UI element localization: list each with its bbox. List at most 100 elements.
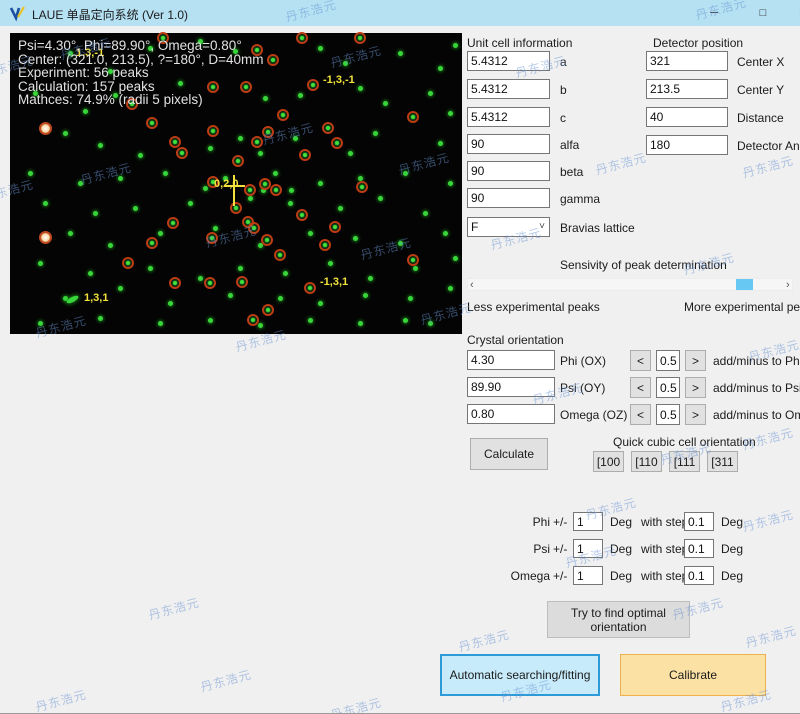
detector-center-y-input[interactable] <box>646 79 728 99</box>
quick-111-button[interactable]: [111 <box>669 451 700 472</box>
omega-deg2-label: Deg <box>721 569 743 583</box>
omega-addminus-hint: add/minus to Omega <box>713 408 800 422</box>
peak-dot <box>453 43 458 48</box>
peak-dot <box>293 136 298 141</box>
omega-axis-label: Omega (OZ) <box>560 408 627 422</box>
unit-cell-c-input[interactable] <box>467 107 550 127</box>
peak-dot <box>98 143 103 148</box>
omega-range-input[interactable] <box>573 566 603 585</box>
phi-minus-button[interactable]: < <box>630 350 651 371</box>
quick-311-button[interactable]: [311 <box>707 451 738 472</box>
close-button[interactable]: ✕ <box>786 0 800 26</box>
phi-value-input[interactable] <box>467 350 555 370</box>
unit-cell-b-input[interactable] <box>467 79 550 99</box>
peak-dot <box>158 321 163 326</box>
omega-value-input[interactable] <box>467 404 555 424</box>
quick-110-button[interactable]: [110 <box>631 451 662 472</box>
minimize-button[interactable]: ─ <box>697 0 731 26</box>
peak-dot <box>208 318 213 323</box>
unit-cell-beta-label: beta <box>560 165 583 179</box>
bravais-lattice-select[interactable]: F ˅ <box>467 217 550 237</box>
peak-dot <box>403 171 408 176</box>
image-status-line-3: Experiment: 56 peaks <box>18 66 264 80</box>
automatic-search-button[interactable]: Automatic searching/fitting <box>440 654 600 696</box>
quick-100-button[interactable]: [100 <box>593 451 624 472</box>
quick-orientation-title: Quick cubic cell orientation <box>613 435 756 449</box>
unit-cell-beta-input[interactable] <box>467 161 550 181</box>
matched-peak-dot <box>146 237 158 249</box>
peak-dot <box>93 211 98 216</box>
matched-peak-dot <box>251 136 263 148</box>
peak-dot <box>373 131 378 136</box>
diffraction-image[interactable]: Psi=4.30°, Phi=89.90°, Omega=0.80°Center… <box>10 33 462 334</box>
calculate-button[interactable]: Calculate <box>470 438 548 470</box>
unit-cell-gamma-input[interactable] <box>467 188 550 208</box>
peak-dot <box>413 266 418 271</box>
phi-range-label: Phi <box>505 515 550 529</box>
detector-distance-input[interactable] <box>646 107 728 127</box>
omega-plus-button[interactable]: > <box>685 404 706 425</box>
detector-center-x-input[interactable] <box>646 51 728 71</box>
omega-step-input[interactable] <box>656 404 680 425</box>
watermark: 丹东浩元 <box>741 152 796 182</box>
detector-detector-angle-input[interactable] <box>646 135 728 155</box>
peak-dot <box>443 231 448 236</box>
phi-range-input[interactable] <box>573 512 603 531</box>
peak-streak <box>66 294 80 305</box>
psi-addminus-hint: add/minus to Psi <box>713 381 800 395</box>
peak-dot <box>398 51 403 56</box>
matched-peak-dot <box>176 147 188 159</box>
matched-peak-dot <box>232 155 244 167</box>
peak-dot <box>248 196 253 201</box>
omega-minus-button[interactable]: < <box>630 404 651 425</box>
matched-peak-dot <box>167 217 179 229</box>
app-window: LAUE 单晶定向系统 (Ver 1.0) ─ □ ✕ Psi=4.30°, P… <box>0 0 800 714</box>
psi-range-input[interactable] <box>573 539 603 558</box>
calibrate-button[interactable]: Calibrate <box>620 654 766 696</box>
matched-peak-dot <box>277 109 289 121</box>
peak-index-label: -1,3,-1 <box>323 74 355 86</box>
unit-cell-b-label: b <box>560 83 567 97</box>
psi-value-input[interactable] <box>467 377 555 397</box>
peak-dot <box>108 243 113 248</box>
peak-dot <box>148 266 153 271</box>
peak-dot <box>133 206 138 211</box>
peak-dot <box>88 271 93 276</box>
peak-dot <box>363 293 368 298</box>
peak-dot <box>408 296 413 301</box>
maximize-button[interactable]: □ <box>746 0 780 26</box>
matched-peak-dot <box>296 32 308 44</box>
phi-stepsize-input[interactable] <box>684 512 714 531</box>
matched-peak-dot <box>169 136 181 148</box>
unit-cell-alfa-input[interactable] <box>467 134 550 154</box>
psi-minus-button[interactable]: < <box>630 377 651 398</box>
psi-plus-button[interactable]: > <box>685 377 706 398</box>
matched-peak-dot <box>319 239 331 251</box>
phi-step-input[interactable] <box>656 350 680 371</box>
watermark: 丹东浩元 <box>329 694 384 714</box>
peak-dot <box>273 171 278 176</box>
omega-stepsize-input[interactable] <box>684 566 714 585</box>
find-optimal-button[interactable]: Try to find optimal orientation <box>547 601 690 638</box>
scroll-left-icon[interactable]: ‹ <box>470 279 474 291</box>
psi-axis-label: Psi (OY) <box>560 381 605 395</box>
unit-cell-a-input[interactable] <box>467 51 550 71</box>
peak-dot <box>343 61 348 66</box>
chevron-down-icon: ˅ <box>539 218 545 236</box>
psi-step-input[interactable] <box>656 377 680 398</box>
phi-plus-button[interactable]: > <box>685 350 706 371</box>
sensitivity-thumb[interactable] <box>736 279 753 290</box>
peak-dot <box>308 318 313 323</box>
psi-stepsize-input[interactable] <box>684 539 714 558</box>
matched-peak-dot <box>354 32 366 44</box>
scroll-right-icon[interactable]: › <box>786 279 790 291</box>
psi-deg-label: Deg <box>610 542 632 556</box>
matched-peak-dot <box>299 149 311 161</box>
peak-index-label: -1,3,1 <box>320 276 348 288</box>
matched-peak-dot <box>274 249 286 261</box>
peak-dot <box>298 93 303 98</box>
bright-peak-dot <box>39 231 52 244</box>
peak-dot <box>258 323 263 328</box>
watermark: 丹东浩元 <box>34 686 89 714</box>
crystal-orientation-title: Crystal orientation <box>467 333 564 347</box>
